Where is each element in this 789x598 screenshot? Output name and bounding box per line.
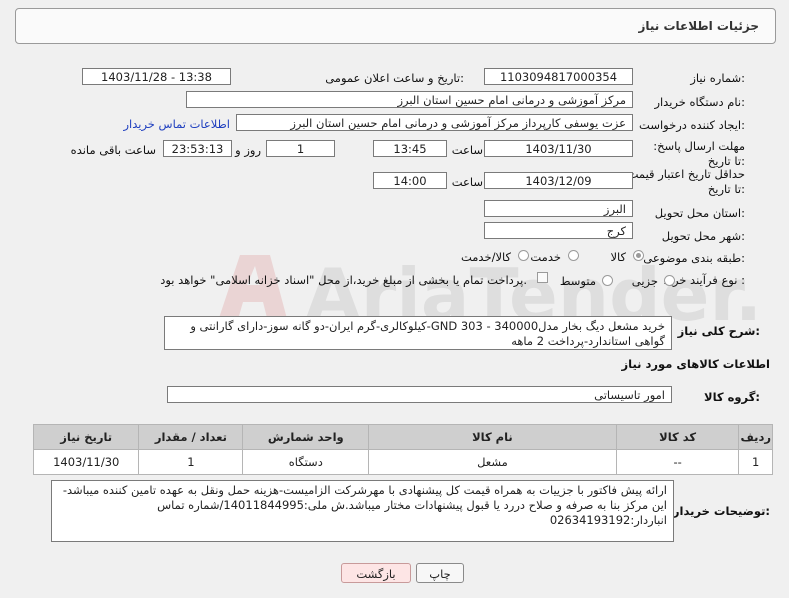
creator-field: عزت یوسفی کارپرداز مرکز آموزشی و درمانی … (236, 114, 633, 131)
goods-group-field: امور تاسیساتی (167, 386, 672, 403)
cell-index: 1 (738, 449, 773, 475)
city-label: شهر محل تحویل: (661, 229, 745, 243)
header-panel: جزئیات اطلاعات نیاز (15, 8, 776, 44)
category-option-goods: کالا (610, 250, 626, 264)
summary-label: شرح کلی نیاز: (677, 324, 760, 338)
creator-label: ایجاد کننده درخواست: (639, 118, 745, 132)
back-button[interactable]: بازگشت (341, 563, 411, 583)
cell-code: -- (615, 449, 740, 475)
remaining-label: ساعت باقی مانده (70, 143, 156, 157)
goods-group-label: گروه کالا: (704, 390, 760, 404)
deadline-label: مهلت ارسال پاسخ: تا تاریخ: (653, 139, 745, 168)
process-radio-minor[interactable] (664, 275, 675, 286)
city-field: کرج (484, 222, 633, 239)
cell-unit: دستگاه (242, 449, 370, 475)
announce-label: تاریخ و ساعت اعلان عمومی: (325, 71, 464, 85)
announce-field: 1403/11/28 - 13:38 (82, 68, 231, 85)
page-title: جزئیات اطلاعات نیاز (638, 19, 759, 33)
print-button[interactable]: چاپ (416, 563, 464, 583)
cell-name: مشعل (368, 449, 617, 475)
buyer-org-label: نام دستگاه خریدار: (654, 95, 745, 109)
category-radio-goods[interactable] (633, 250, 644, 261)
category-radio-goods-service[interactable] (518, 250, 529, 261)
cell-date: 1403/11/30 (32, 449, 140, 475)
buyer-notes-field: ارائه پیش فاکتور با جزییات به همراه قیمت… (51, 480, 674, 542)
process-radio-medium[interactable] (602, 275, 613, 286)
col-qty: تعداد / مقدار (138, 424, 244, 450)
validity-date-field: 1403/12/09 (484, 172, 633, 189)
treasury-note: پرداخت تمام یا بخشی از مبلغ خرید،از محل … (160, 273, 527, 287)
province-label: استان محل تحویل: (654, 206, 745, 220)
deadline-time-label: ساعت (451, 143, 483, 157)
days-label: روز و (235, 143, 261, 157)
buyer-org-field: مرکز آموزشی و درمانی امام حسین استان الب… (186, 91, 633, 108)
category-option-goods-service: کالا/خدمت (460, 250, 511, 264)
validity-time-field: 14:00 (373, 172, 447, 189)
goods-info-title: اطلاعات کالاهای مورد نیاز (621, 357, 770, 371)
category-option-service: خدمت (530, 250, 561, 264)
validity-time-label: ساعت (451, 175, 483, 189)
buyer-notes-label: توضیحات خریدار: (672, 504, 770, 518)
process-option-medium: متوسط (559, 274, 596, 288)
table-row: 1403/11/30 1 دستگاه مشعل -- 1 (32, 449, 773, 475)
remaining-time-field: 23:53:13 (163, 140, 232, 157)
col-name: نام کالا (368, 424, 617, 450)
col-date: تاریخ نیاز (32, 424, 140, 450)
col-index: ردیف (738, 424, 773, 450)
province-field: البرز (484, 200, 633, 217)
process-label: نوع فرآیند خرید : (663, 273, 745, 287)
treasury-checkbox[interactable] (537, 272, 548, 283)
goods-table: تاریخ نیاز تعداد / مقدار واحد شمارش نام … (32, 424, 773, 475)
col-unit: واحد شمارش (242, 424, 370, 450)
category-radio-service[interactable] (568, 250, 579, 261)
deadline-time-field: 13:45 (373, 140, 447, 157)
validity-label: حداقل تاریخ اعتبار قیمت: تا تاریخ: (623, 167, 745, 196)
category-label: طبقه بندی موضوعی: (643, 251, 745, 265)
summary-field: خرید مشعل دیگ بخار مدلGND 303 - 340000-ک… (164, 316, 672, 350)
table-header-row: تاریخ نیاز تعداد / مقدار واحد شمارش نام … (32, 424, 773, 450)
process-option-minor: جزیی (631, 274, 658, 288)
days-field: 1 (266, 140, 335, 157)
col-code: کد کالا (615, 424, 740, 450)
need-number-field: 1103094817000354 (484, 68, 633, 85)
contact-info-link[interactable]: اطلاعات تماس خریدار (123, 117, 230, 131)
cell-qty: 1 (138, 449, 244, 475)
need-number-label: شماره نیاز: (690, 71, 745, 85)
deadline-date-field: 1403/11/30 (484, 140, 633, 157)
